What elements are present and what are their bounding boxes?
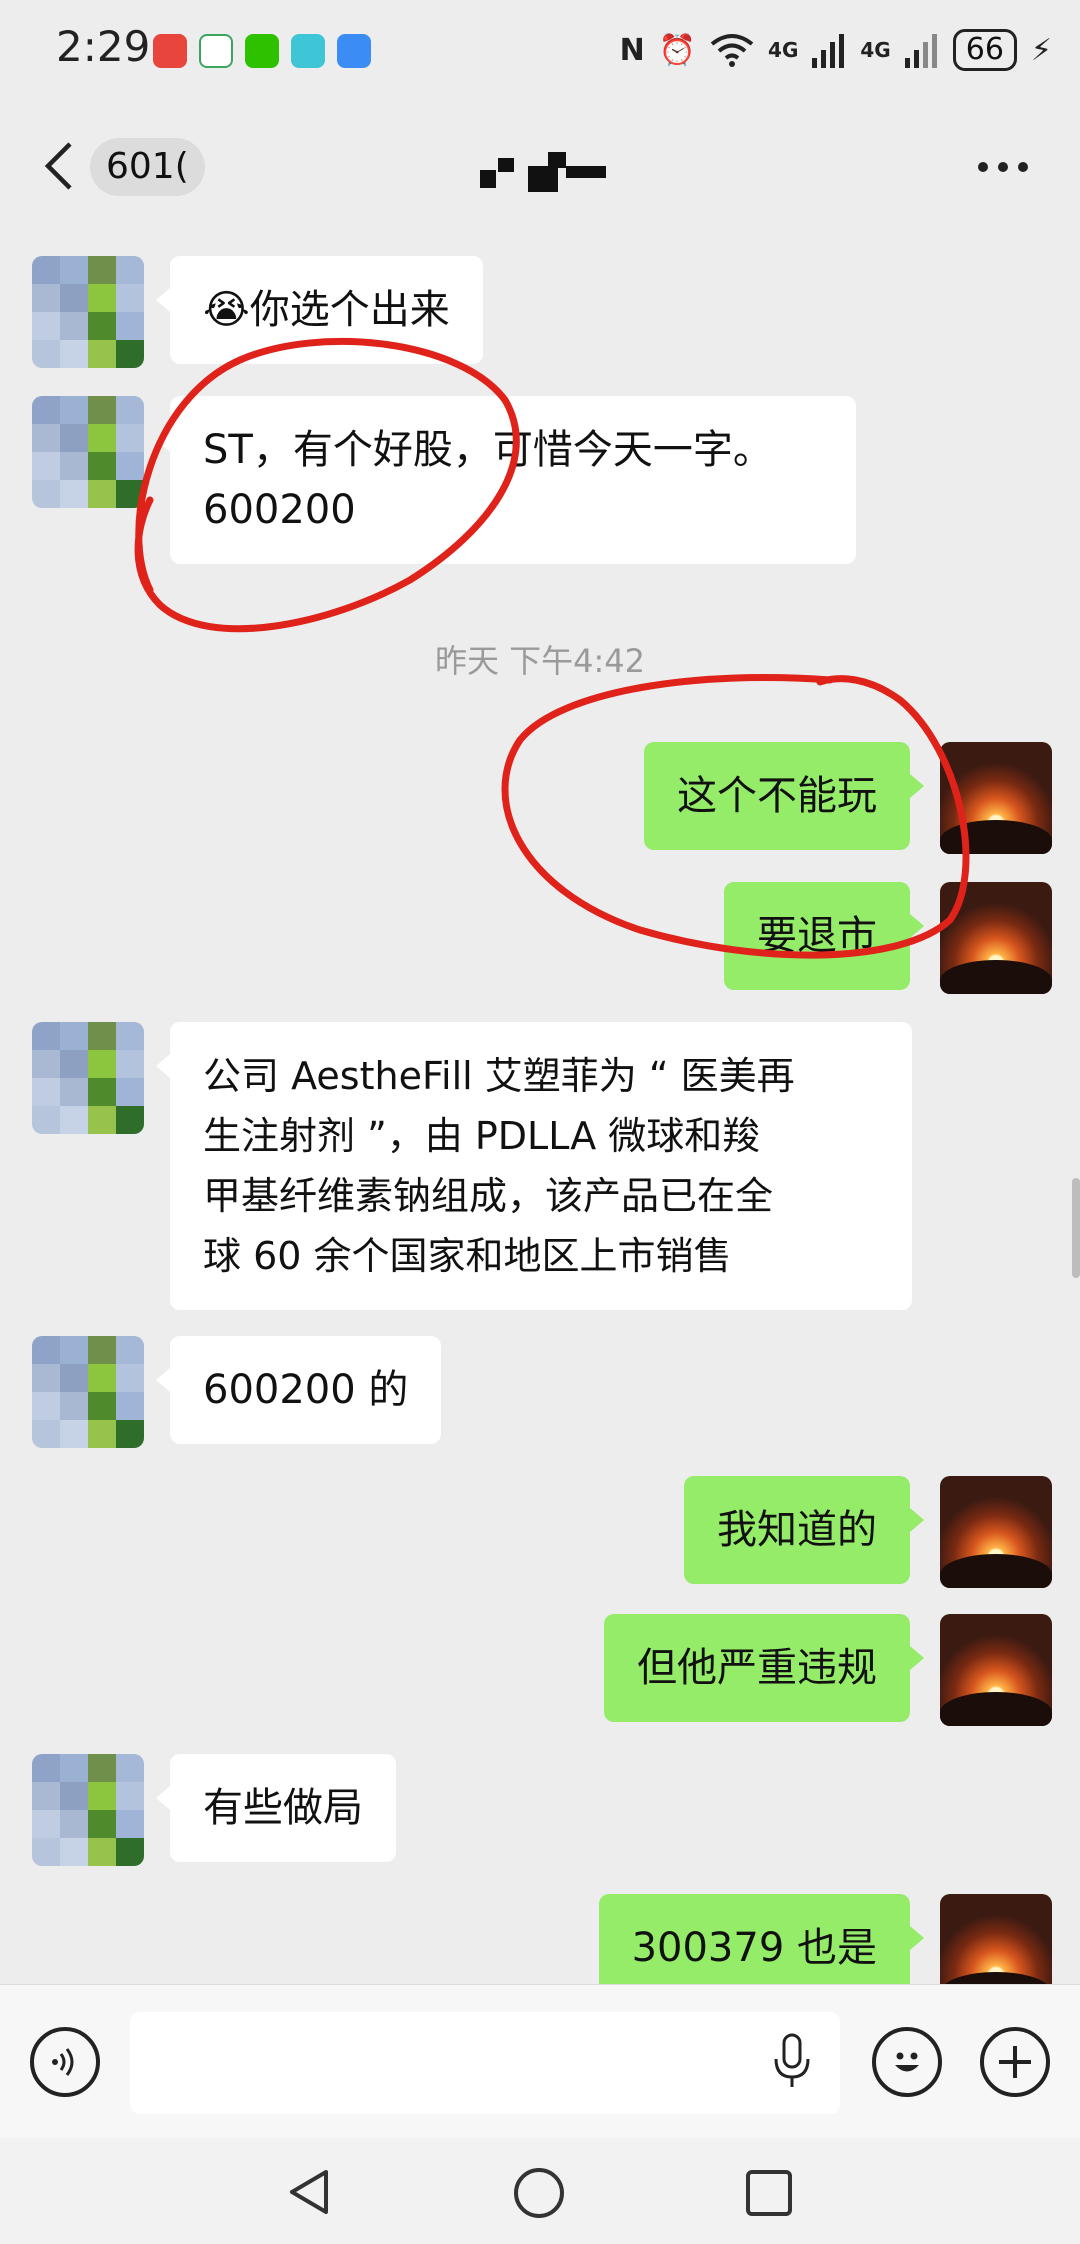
user-avatar[interactable] bbox=[940, 882, 1052, 994]
contact-avatar[interactable] bbox=[32, 1022, 144, 1134]
chat-messages[interactable]: 😭你选个出来 ST，有个好股，可惜今天一字。 600200 昨天 下午4:42 … bbox=[0, 230, 1080, 1984]
message-bubble[interactable]: 😭你选个出来 bbox=[156, 256, 483, 364]
user-avatar[interactable] bbox=[940, 1476, 1052, 1588]
signal-icon-2 bbox=[904, 34, 937, 68]
smile-icon bbox=[895, 2052, 919, 2072]
charging-icon: ⚡ bbox=[1030, 32, 1052, 68]
message-bubble[interactable]: 这个不能玩 bbox=[644, 742, 924, 850]
add-icon bbox=[999, 2046, 1031, 2078]
system-navigation-bar bbox=[0, 2138, 1080, 2244]
app-notification-icon bbox=[153, 34, 187, 68]
message-bubble[interactable]: 我知道的 bbox=[684, 1476, 924, 1584]
network-type: 4G bbox=[768, 38, 799, 62]
status-time: 2:29 bbox=[56, 22, 151, 71]
chat-header: 601( bbox=[0, 100, 1080, 230]
status-icons: N ⏰ 4G 4G 66 ⚡ bbox=[620, 28, 1052, 72]
nav-recents-icon[interactable] bbox=[744, 2168, 794, 2218]
plus-icon[interactable] bbox=[980, 2027, 1050, 2097]
scrollbar[interactable] bbox=[1072, 1178, 1080, 1278]
microphone-icon[interactable] bbox=[772, 2033, 812, 2091]
contact-avatar[interactable] bbox=[32, 396, 144, 508]
message-bubble[interactable]: 有些做局 bbox=[156, 1754, 396, 1862]
home-app-icon bbox=[199, 34, 233, 68]
signal-icon bbox=[812, 34, 845, 68]
nav-back-icon[interactable] bbox=[284, 2166, 336, 2218]
message-bubble[interactable]: 公司 AestheFill 艾塑菲为 “ 医美再 生注射剂 ”，由 PDLLA … bbox=[156, 1022, 912, 1310]
status-bar: 2:29 N ⏰ 4G 4G 66 ⚡ bbox=[0, 0, 1080, 100]
contact-avatar[interactable] bbox=[32, 1754, 144, 1866]
wifi-icon bbox=[710, 34, 754, 67]
user-avatar[interactable] bbox=[940, 1614, 1052, 1726]
network-type-2: 4G bbox=[860, 38, 891, 62]
chat-title bbox=[480, 152, 610, 192]
cloud-icon bbox=[337, 34, 371, 68]
wechat-icon bbox=[245, 34, 279, 68]
message-input[interactable] bbox=[130, 2012, 840, 2114]
message-timestamp: 昨天 下午4:42 bbox=[434, 642, 646, 680]
message-bubble[interactable]: 300379 也是 bbox=[598, 1894, 925, 1984]
message-bubble[interactable]: ST，有个好股，可惜今天一字。 600200 bbox=[156, 396, 856, 564]
user-avatar[interactable] bbox=[940, 742, 1052, 854]
back-arrow-icon[interactable] bbox=[40, 140, 80, 192]
message-bubble[interactable]: 600200 的 bbox=[155, 1336, 442, 1444]
contact-avatar[interactable] bbox=[32, 256, 144, 368]
alarm-icon: ⏰ bbox=[658, 32, 697, 68]
message-input-bar bbox=[0, 1984, 1080, 2139]
voice-wave-icon bbox=[52, 2048, 74, 2076]
user-avatar[interactable] bbox=[940, 1894, 1052, 1984]
nav-home-icon[interactable] bbox=[512, 2166, 566, 2220]
contact-avatar[interactable] bbox=[32, 1336, 144, 1448]
message-bubble[interactable]: 要退市 bbox=[724, 882, 924, 990]
battery-level: 66 bbox=[952, 29, 1017, 71]
unread-count-badge[interactable]: 601( bbox=[90, 138, 205, 196]
voice-mode-icon[interactable] bbox=[30, 2027, 100, 2097]
more-dots-icon[interactable] bbox=[978, 162, 1028, 172]
emoji-icon[interactable] bbox=[872, 2027, 942, 2097]
download-icon bbox=[291, 34, 325, 68]
message-bubble[interactable]: 但他严重违规 bbox=[604, 1614, 924, 1722]
nfc-icon: N bbox=[619, 32, 645, 68]
